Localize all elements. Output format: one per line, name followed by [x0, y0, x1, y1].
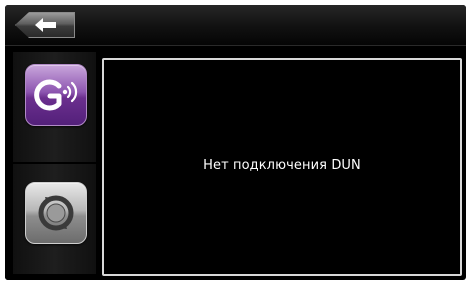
back-button[interactable]	[15, 12, 75, 38]
sidebar-slot-gprs	[13, 52, 96, 162]
main-panel: Нет подключения DUN	[102, 58, 462, 276]
device-screen: Нет подключения DUN	[5, 5, 466, 280]
arrow-left-icon	[35, 18, 56, 32]
sync-icon	[38, 195, 74, 231]
sidebar-slot-sync	[13, 164, 96, 274]
top-toolbar	[5, 5, 466, 46]
gprs-signal-icon	[34, 79, 78, 111]
sidebar	[5, 46, 102, 280]
status-message: Нет подключения DUN	[203, 158, 361, 173]
sync-button[interactable]	[25, 182, 87, 244]
gprs-button[interactable]	[25, 64, 87, 126]
